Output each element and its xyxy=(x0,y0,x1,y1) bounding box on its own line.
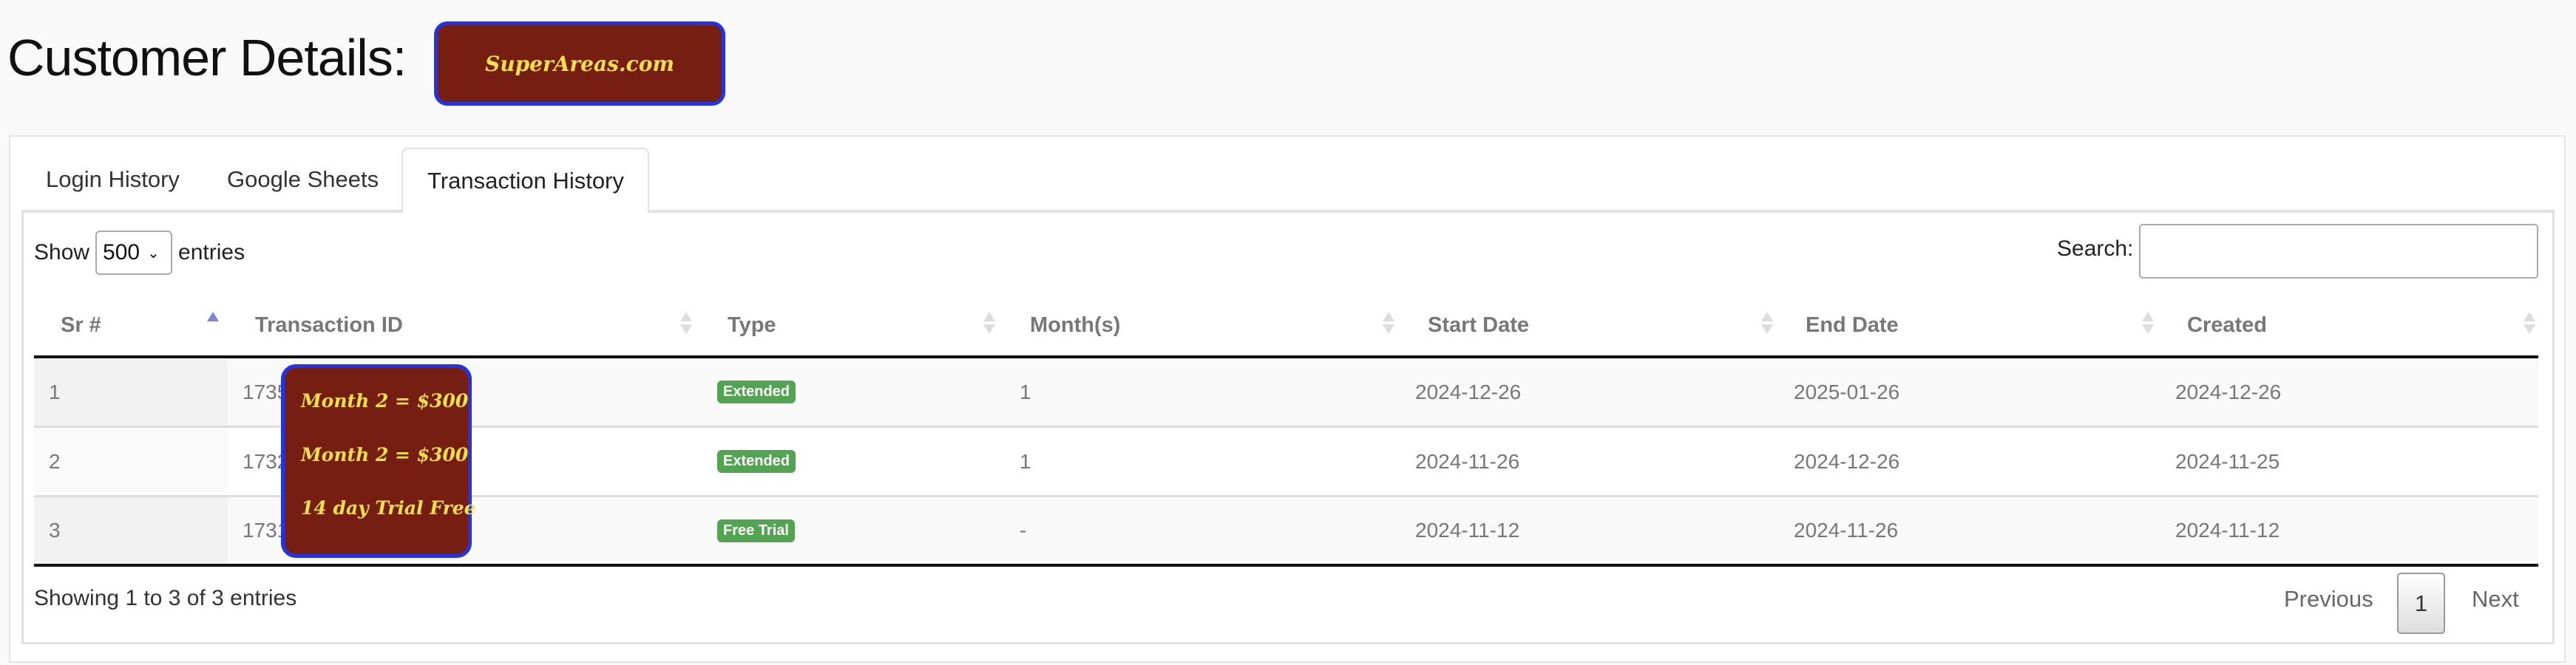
column-header-end-date[interactable]: End Date xyxy=(1806,296,1899,355)
cell-sr: 1 xyxy=(49,380,61,403)
overlay-note: Month 2 = $300 xyxy=(301,444,469,466)
previous-page-button[interactable]: Previous xyxy=(2284,586,2373,613)
cell-end-date: 2024-12-26 xyxy=(1794,449,1900,473)
column-header-months[interactable]: Month(s) xyxy=(1030,296,1120,355)
type-badge: Free Trial xyxy=(717,519,795,542)
cell-start-date: 2024-11-12 xyxy=(1415,519,1520,542)
column-header-start-date[interactable]: Start Date xyxy=(1428,296,1529,355)
brand-logo-text: SuperAreas.com xyxy=(484,51,675,76)
brand-logo: SuperAreas.com xyxy=(434,21,725,106)
cell-months: - xyxy=(1020,519,1027,542)
column-header-sr[interactable]: Sr # xyxy=(61,296,101,355)
cell-sr: 2 xyxy=(49,449,61,473)
sort-icon[interactable] xyxy=(982,312,997,338)
entries-length-control: Show 500 ⌄ entries xyxy=(34,231,245,275)
cell-months: 1 xyxy=(1020,449,1031,473)
table-header: Sr # Transaction ID Type Month(s) Start … xyxy=(34,296,2538,358)
type-badge: Extended xyxy=(717,450,796,473)
page-title: Customer Details: xyxy=(7,29,407,86)
cell-created: 2024-12-26 xyxy=(2175,380,2282,403)
type-badge: Extended xyxy=(717,381,796,403)
next-page-button[interactable]: Next xyxy=(2472,586,2519,613)
column-header-type[interactable]: Type xyxy=(728,296,776,355)
tab-transaction-history[interactable]: Transaction History xyxy=(401,148,649,213)
cell-start-date: 2024-12-26 xyxy=(1415,380,1522,403)
cell-start-date: 2024-11-26 xyxy=(1415,449,1520,473)
pricing-notes-overlay: Month 2 = $300 Month 2 = $300 14 day Tri… xyxy=(281,364,476,558)
cell-end-date: 2024-11-26 xyxy=(1794,519,1899,542)
tab-google-sheets[interactable]: Google Sheets xyxy=(227,148,379,211)
table-info: Showing 1 to 3 of 3 entries xyxy=(34,586,297,610)
chevron-down-icon: ⌄ xyxy=(147,245,160,262)
show-label: Show xyxy=(34,240,90,265)
sort-icon[interactable] xyxy=(2141,312,2155,338)
sort-icon[interactable] xyxy=(1381,312,1396,338)
entries-select[interactable]: 500 ⌄ xyxy=(95,231,173,275)
page-1-button[interactable]: 1 xyxy=(2397,573,2445,634)
column-header-transaction-id[interactable]: Transaction ID xyxy=(255,296,403,355)
search-input[interactable] xyxy=(2139,224,2538,279)
cell-created: 2024-11-12 xyxy=(2175,519,2280,542)
overlay-note: Month 2 = $300 xyxy=(301,390,469,412)
cell-end-date: 2025-01-26 xyxy=(1794,380,1900,403)
overlay-note: 14 day Trial Free xyxy=(301,497,476,519)
sort-icon[interactable] xyxy=(2522,312,2537,338)
column-header-created[interactable]: Created xyxy=(2187,296,2267,355)
tab-bar: Login History Google Sheets Transaction … xyxy=(21,148,2555,213)
sort-ascending-icon[interactable] xyxy=(206,312,220,338)
entries-select-value: 500 xyxy=(103,240,140,265)
search-label: Search: xyxy=(2057,236,2134,261)
cell-created: 2024-11-25 xyxy=(2175,449,2280,473)
cell-months: 1 xyxy=(1020,380,1031,403)
entries-label: entries xyxy=(178,240,245,265)
sort-icon[interactable] xyxy=(1760,312,1775,338)
cell-sr: 3 xyxy=(49,519,61,542)
tab-login-history[interactable]: Login History xyxy=(46,148,180,211)
sort-icon[interactable] xyxy=(679,312,694,338)
